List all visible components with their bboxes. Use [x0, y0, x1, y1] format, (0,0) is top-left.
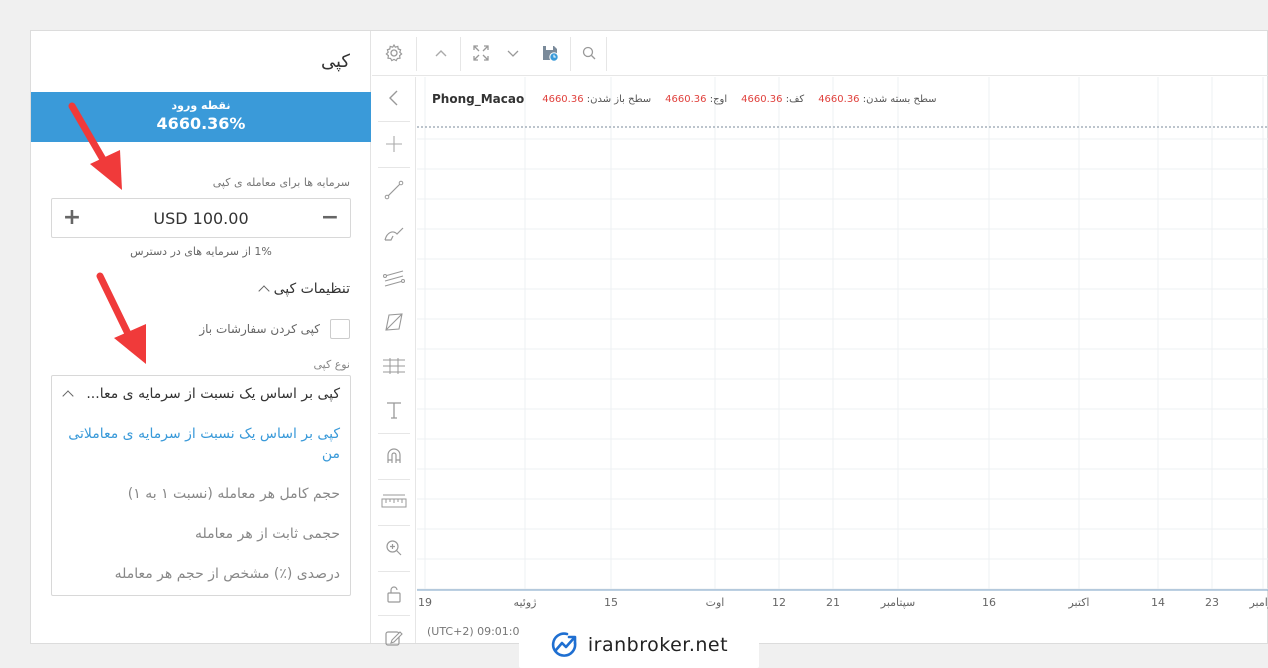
copy-open-orders-row: کپی کردن سفارشات باز	[199, 319, 350, 339]
chevron-down-icon	[507, 50, 519, 57]
copy-type-option-fixed[interactable]: حجمی ثابت از هر معامله	[60, 524, 340, 544]
search-button[interactable]	[572, 31, 606, 75]
low-field: کف: 4660.36	[741, 93, 805, 105]
zoom-tool[interactable]	[372, 527, 416, 569]
annotation-arrow	[68, 102, 122, 190]
chevron-up-icon	[435, 50, 447, 57]
watermark: iranbroker.net	[519, 622, 759, 668]
time-tick: اکتبر	[1068, 596, 1090, 609]
settings-button[interactable]	[372, 31, 416, 75]
zoom-in-icon	[386, 540, 402, 556]
funds-hint: 1% از سرمایه های در دسترس	[130, 245, 272, 258]
ruler-icon	[381, 494, 407, 508]
time-tick: ژوئیه	[513, 596, 537, 609]
magnet-tool[interactable]	[372, 435, 416, 477]
copy-settings-toggle[interactable]: تنظیمات کپی	[257, 281, 350, 297]
chart-grid	[417, 77, 1268, 591]
pattern-icon	[385, 313, 403, 331]
brush-icon	[384, 227, 404, 241]
copy-type-selected-text: کپی بر اساس یک نسبت از سرمایه ی معا...	[86, 386, 340, 402]
copy-type-label: نوع کپی	[313, 358, 350, 371]
chart-toolbar	[372, 31, 1268, 76]
edit-tool[interactable]	[372, 617, 416, 659]
crosshair-tool[interactable]	[372, 123, 416, 165]
copy-settings-label: تنظیمات کپی	[273, 281, 350, 297]
chevron-up-icon	[257, 285, 270, 297]
time-tick: 19	[418, 596, 432, 609]
close-field: سطح بسته شدن: 4660.36	[818, 93, 937, 105]
parallel-channel-icon	[383, 270, 405, 287]
copy-type-dropdown: کپی بر اساس یک نسبت از سرمایه ی معا... ک…	[51, 375, 351, 596]
high-field: اوج: 4660.36	[665, 93, 728, 105]
text-tool[interactable]	[372, 389, 416, 431]
time-tick: 15	[604, 596, 618, 609]
magnet-icon	[387, 448, 401, 463]
funds-amount[interactable]: USD 100.00	[52, 209, 350, 228]
fullscreen-button[interactable]	[464, 31, 498, 75]
time-tick: نوامبر	[1249, 596, 1268, 609]
symbol-name: Phong_Macao	[432, 92, 525, 106]
collapse-button[interactable]	[424, 31, 458, 75]
copy-type-option-ratio[interactable]: کپی بر اساس یک نسبت از سرمایه ی معاملاتی…	[60, 424, 340, 464]
copy-type-selected[interactable]: کپی بر اساس یک نسبت از سرمایه ی معا...	[60, 386, 340, 402]
time-tick: 16	[982, 596, 996, 609]
gear-icon	[385, 43, 403, 62]
crosshair-icon	[386, 136, 402, 152]
text-icon	[387, 402, 401, 419]
time-tick: 23	[1205, 596, 1219, 609]
open-field: سطح باز شدن: 4660.36	[542, 93, 652, 105]
copy-type-option-percent[interactable]: درصدی (٪) مشخص از حجم هر معامله	[60, 564, 340, 584]
timezone-label[interactable]: (UTC+2) 09:01:06	[427, 625, 527, 638]
panel-title: کپی	[320, 51, 350, 72]
expand-icon	[473, 45, 489, 61]
save-button[interactable]	[528, 31, 572, 75]
funds-label: سرمایه ها برای معامله ی کپی	[212, 176, 350, 189]
copy-open-orders-label: کپی کردن سفارشات باز	[199, 322, 320, 336]
fibonacci-icon	[383, 358, 405, 374]
funds-stepper[interactable]: + USD 100.00 −	[51, 198, 351, 238]
chevron-left-icon	[389, 90, 398, 106]
minus-button[interactable]: −	[318, 206, 342, 230]
save-icon	[543, 46, 559, 62]
channel-tool[interactable]	[372, 257, 416, 299]
measure-tool[interactable]	[372, 481, 416, 523]
fibonacci-tool[interactable]	[372, 345, 416, 387]
trendline-tool[interactable]	[372, 169, 416, 211]
brush-tool[interactable]	[372, 213, 416, 255]
time-tick: سپتامبر	[880, 596, 916, 609]
ohlc-legend: Phong_Macao سطح باز شدن: 4660.36 اوج: 46…	[432, 92, 937, 106]
lock-tool[interactable]	[372, 573, 416, 615]
edit-icon	[385, 631, 403, 646]
lock-icon	[387, 586, 401, 603]
chevron-up-icon	[62, 390, 74, 402]
annotation-arrow	[96, 272, 146, 364]
fullscreen-dropdown[interactable]	[500, 31, 526, 75]
time-tick: 14	[1151, 596, 1165, 609]
trend-chart-icon	[551, 632, 577, 657]
app-window: کپی نقطه ورود 4660.36% سرمایه ها برای مع…	[30, 30, 1268, 646]
time-tick: اوت	[705, 596, 725, 609]
drawing-tools	[372, 77, 416, 646]
hide-tools-button[interactable]	[372, 77, 416, 119]
trendline-icon	[384, 180, 404, 200]
copy-open-orders-checkbox[interactable]	[330, 319, 350, 339]
time-tick: 12	[772, 596, 786, 609]
copy-type-option-full[interactable]: حجم کامل هر معامله (نسبت ۱ به ۱)	[60, 484, 340, 504]
time-axis[interactable]: 19 ژوئیه 15 اوت 12 21 سپتامبر 16 اکتبر 1…	[417, 591, 1268, 615]
shape-tool[interactable]	[372, 301, 416, 343]
search-icon	[582, 46, 596, 60]
watermark-text: iranbroker.net	[587, 634, 729, 656]
chart-area[interactable]: Phong_Macao سطح باز شدن: 4660.36 اوج: 46…	[417, 77, 1268, 643]
time-tick: 21	[826, 596, 840, 609]
